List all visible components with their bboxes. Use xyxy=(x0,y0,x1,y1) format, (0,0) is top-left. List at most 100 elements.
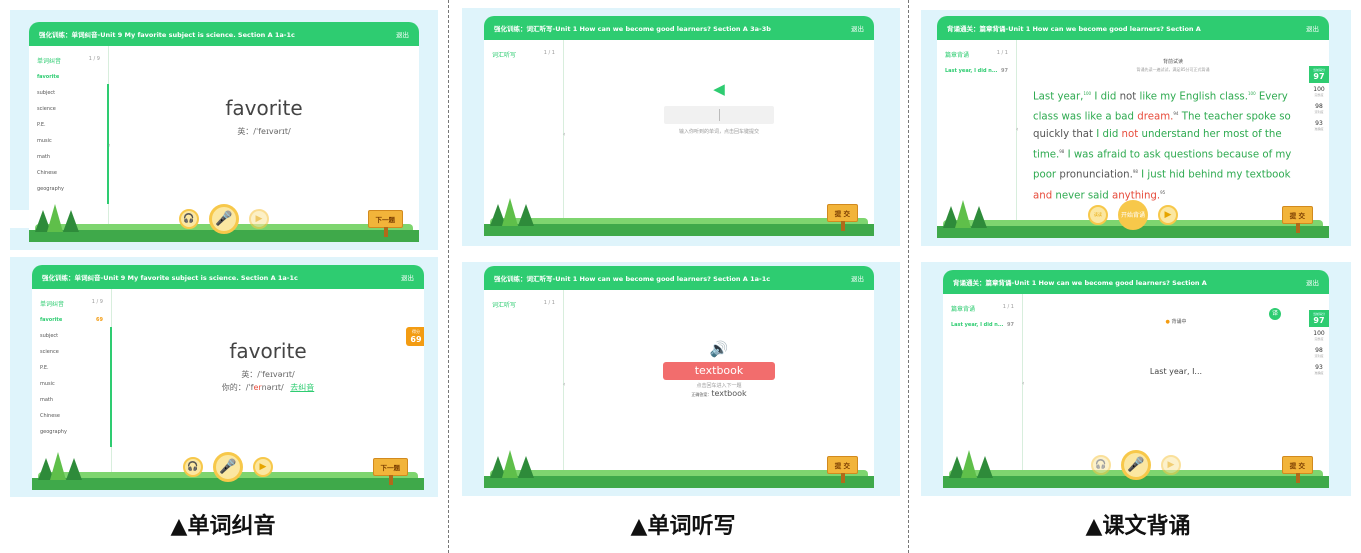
dict-window: 强化训练：词汇听写-Unit 1 How can we become good … xyxy=(484,16,874,236)
exit-button[interactable]: 退出 xyxy=(396,29,409,39)
phonetic: 英：/ˈfeɪvərɪt/ xyxy=(237,127,291,136)
record-mic-icon[interactable]: 🎤 xyxy=(209,204,239,234)
preview-heading: 背前试读 xyxy=(1162,59,1183,65)
pron-screen-2: 强化训练：单词纠音-Unit 9 My favorite subject is … xyxy=(10,257,438,497)
passage-text: Last year,100 I did not like my English … xyxy=(1033,91,1292,201)
spelling-input[interactable] xyxy=(664,106,774,124)
list-title: 词汇听写 xyxy=(492,52,517,59)
word-item[interactable]: subject xyxy=(29,85,108,101)
caption-recitation: ▲课文背诵 xyxy=(1085,514,1191,539)
list-count: 1 / 9 xyxy=(88,56,100,62)
recite-controls: 🎧 🎤 ▶ xyxy=(1091,450,1181,480)
word-display: favorite xyxy=(229,339,307,363)
answer-field: textbook xyxy=(663,362,775,380)
play-icon[interactable]: ▶ xyxy=(249,209,269,229)
submit-button[interactable]: 提 交 xyxy=(826,204,858,231)
next-button[interactable]: 下一题 xyxy=(367,210,403,237)
recite-window: 背诵通关：篇章背诵-Unit 1 How can we become good … xyxy=(943,270,1329,488)
word-item-favorite[interactable]: favorite 69 xyxy=(32,312,111,328)
passage-item[interactable]: Last year, I did n... 97 xyxy=(937,63,1016,79)
list-title: 单词纠音 xyxy=(37,58,62,65)
recite-title: 背诵通关：篇章背诵-Unit 1 How can we become good … xyxy=(947,25,1201,33)
speaker-icon[interactable]: 🔊 xyxy=(564,340,874,358)
submit-button[interactable]: 提 交 xyxy=(826,456,858,483)
exit-button[interactable]: 退出 xyxy=(851,23,864,33)
score-panel: 当前得分 97 100 完整度 98 流利度 93 准确度 xyxy=(1309,66,1329,134)
exit-button[interactable]: 退出 xyxy=(1306,277,1319,287)
pron-window: 强化训练：单词纠音-Unit 9 My favorite subject is … xyxy=(29,22,419,242)
next-button[interactable]: 下一题 xyxy=(372,458,408,485)
list-count: 1 / 1 xyxy=(543,300,555,306)
dict-window: 强化训练：词汇听写-Unit 1 How can we become good … xyxy=(484,266,874,488)
listen-headphone-icon[interactable]: 🎧 xyxy=(1091,455,1111,475)
phonetic: 英：/ˈfeɪvərɪt/ xyxy=(241,370,295,379)
correct-answer: 正确答案：textbook xyxy=(691,389,747,398)
record-mic-icon[interactable]: 🎤 xyxy=(213,452,243,482)
word-item[interactable]: P.E. xyxy=(29,117,108,133)
your-phonetic: 你的：/ˈfernərɪt/ 去纠音 xyxy=(221,383,315,392)
recite-status: ● 背诵中 xyxy=(1165,319,1187,325)
pron-header: 强化训练：单词纠音-Unit 9 My favorite subject is … xyxy=(29,22,419,46)
list-title: 篇章背诵 xyxy=(951,306,976,313)
play-icon[interactable]: ▶ xyxy=(253,457,273,477)
score-panel: 当前得分 97 100 完整度 98 流利度 93 准确度 xyxy=(1309,310,1329,378)
column-pronunciation: 强化训练：单词纠音-Unit 9 My favorite subject is … xyxy=(0,0,446,553)
pron-title: 强化训练：单词纠音-Unit 9 My favorite subject is … xyxy=(39,31,295,39)
exit-button[interactable]: 退出 xyxy=(401,272,414,282)
column-dictation: 强化训练：词汇听写-Unit 1 How can we become good … xyxy=(460,0,906,553)
translate-button[interactable]: 译 xyxy=(1269,308,1281,320)
recite-screen-1: 背诵通关：篇章背诵-Unit 1 How can we become good … xyxy=(921,10,1351,246)
word-item[interactable]: math xyxy=(32,392,111,408)
dict-screen-1: 强化训练：词汇听写-Unit 1 How can we become good … xyxy=(462,8,900,246)
play-icon[interactable]: ▶ xyxy=(1161,455,1181,475)
recite-title: 背诵通关：篇章背诵-Unit 1 How can we become good … xyxy=(953,279,1207,287)
word-item[interactable]: science xyxy=(29,101,108,117)
caption-dictation: ▲单词听写 xyxy=(630,514,736,539)
word-item[interactable]: Chinese xyxy=(32,408,111,424)
list-count: 1 / 9 xyxy=(91,299,103,305)
word-item[interactable]: P.E. xyxy=(32,360,111,376)
list-title: 单词纠音 xyxy=(40,301,65,308)
word-item[interactable]: music xyxy=(29,133,108,149)
list-title: 词汇听写 xyxy=(492,302,517,309)
submit-button[interactable]: 提 交 xyxy=(1281,206,1313,233)
word-item[interactable]: music xyxy=(32,376,111,392)
caption-pronunciation: ▲单词纠音 xyxy=(170,514,276,539)
divider xyxy=(448,0,449,553)
exit-button[interactable]: 退出 xyxy=(1306,23,1319,33)
next-hint: 点击回车进入下一题 xyxy=(696,383,742,389)
start-recite-button[interactable]: 开始背诵 xyxy=(1118,200,1148,230)
list-count: 1 / 1 xyxy=(543,50,555,56)
listen-headphone-icon[interactable]: 🎧 xyxy=(179,209,199,229)
pron-screen-1: 强化训练：单词纠音-Unit 9 My favorite subject is … xyxy=(10,10,438,250)
word-item[interactable]: math xyxy=(29,149,108,165)
word-item[interactable]: geography xyxy=(32,424,111,440)
word-item[interactable]: geography xyxy=(29,181,108,197)
pron-controls: 🎧 🎤 ▶ xyxy=(179,204,269,234)
list-count: 1 / 1 xyxy=(996,50,1008,56)
play-icon[interactable]: ▶ xyxy=(1158,205,1178,225)
passage-item[interactable]: Last year, I did n... 97 xyxy=(943,317,1022,333)
divider xyxy=(908,0,909,553)
exit-button[interactable]: 退出 xyxy=(851,273,864,283)
correct-link[interactable]: 去纠音 xyxy=(290,383,314,392)
read-button[interactable]: 读读 xyxy=(1088,205,1108,225)
pron-window: 强化训练：单词纠音-Unit 9 My favorite subject is … xyxy=(32,265,424,490)
dict-title: 强化训练：词汇听写-Unit 1 How can we become good … xyxy=(494,25,771,33)
recite-controls: 读读 开始背诵 ▶ xyxy=(1088,200,1178,230)
dict-title: 强化训练：词汇听写-Unit 1 How can we become good … xyxy=(494,275,771,283)
word-item-favorite[interactable]: favorite xyxy=(29,69,108,85)
record-mic-icon[interactable]: 🎤 xyxy=(1121,450,1151,480)
speaker-icon[interactable]: ◀ xyxy=(564,80,874,98)
preview-subheading: 背诵先读一遍试试，满足85分可正式背诵 xyxy=(1136,67,1210,72)
recite-screen-2: 背诵通关：篇章背诵-Unit 1 How can we become good … xyxy=(921,262,1351,496)
listen-headphone-icon[interactable]: 🎧 xyxy=(183,457,203,477)
pron-controls: 🎧 🎤 ▶ xyxy=(183,452,273,482)
word-item[interactable]: subject xyxy=(32,328,111,344)
word-item[interactable]: science xyxy=(32,344,111,360)
list-count: 1 / 1 xyxy=(1002,304,1014,310)
word-display: favorite xyxy=(225,96,303,120)
pron-title: 强化训练：单词纠音-Unit 9 My favorite subject is … xyxy=(42,274,298,282)
submit-button[interactable]: 提 交 xyxy=(1281,456,1313,483)
word-item[interactable]: Chinese xyxy=(29,165,108,181)
